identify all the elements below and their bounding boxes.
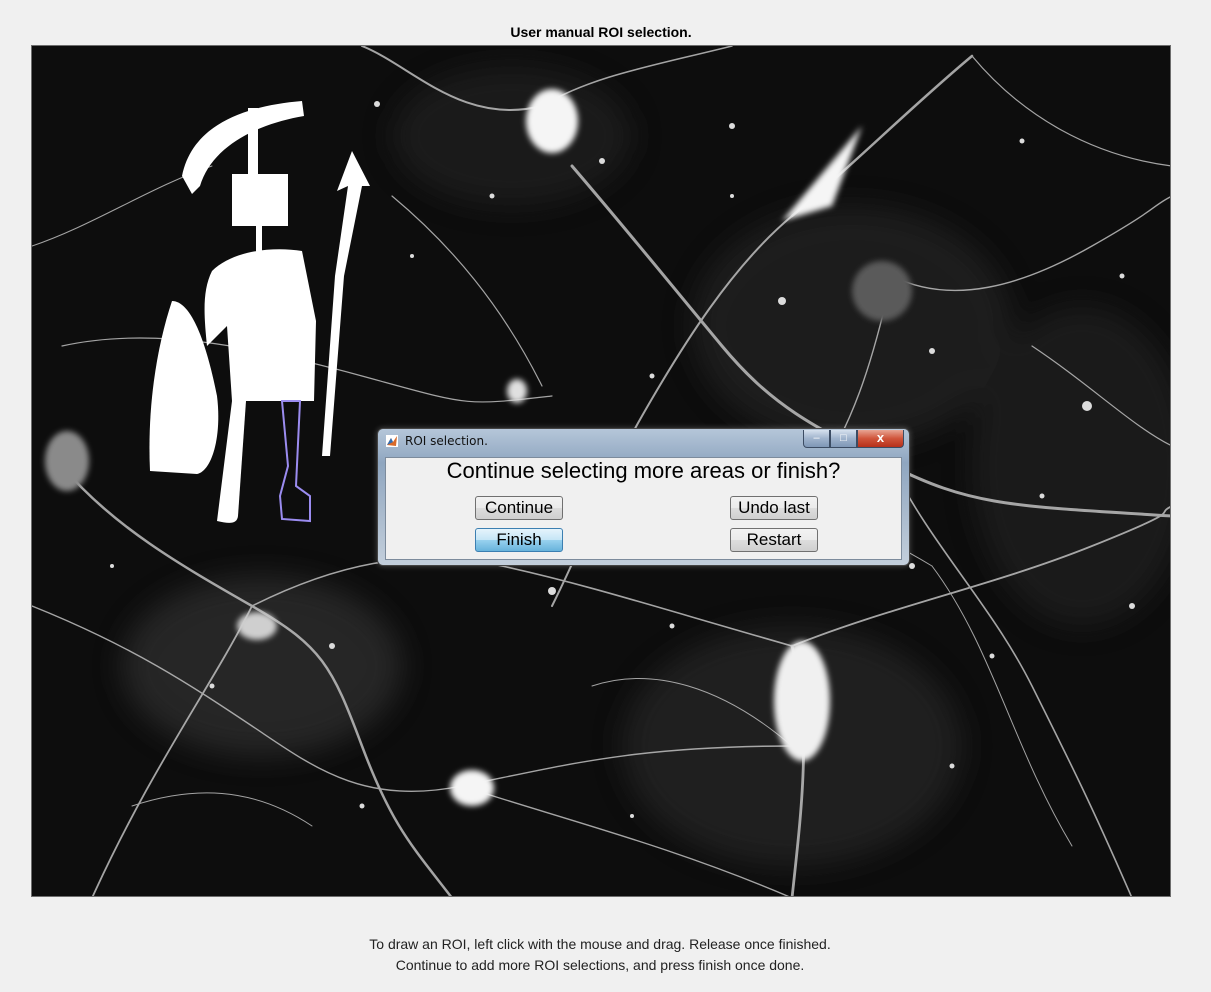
dialog-title: ROI selection. (405, 434, 488, 448)
restart-button[interactable]: Restart (730, 528, 818, 552)
dialog-titlebar[interactable]: ROI selection. – □ x (378, 429, 909, 453)
dialog-body: Continue selecting more areas or finish?… (385, 457, 902, 560)
instruction-line-1: To draw an ROI, left click with the mous… (369, 936, 831, 952)
dialog-question: Continue selecting more areas or finish? (446, 458, 841, 483)
close-button[interactable]: x (857, 430, 904, 448)
minimize-button[interactable]: – (803, 430, 830, 448)
figure-title: User manual ROI selection. (510, 24, 692, 40)
roi-selection-dialog: ROI selection. – □ x Continue selecting … (377, 428, 910, 566)
maximize-button[interactable]: □ (830, 430, 857, 448)
continue-button[interactable]: Continue (475, 496, 563, 520)
instruction-line-2: Continue to add more ROI selections, and… (395, 957, 805, 973)
finish-button[interactable]: Finish (475, 528, 563, 552)
matlab-icon (386, 435, 398, 447)
instructions: To draw an ROI, left click with the mous… (0, 934, 1200, 976)
undo-last-button[interactable]: Undo last (730, 496, 818, 520)
